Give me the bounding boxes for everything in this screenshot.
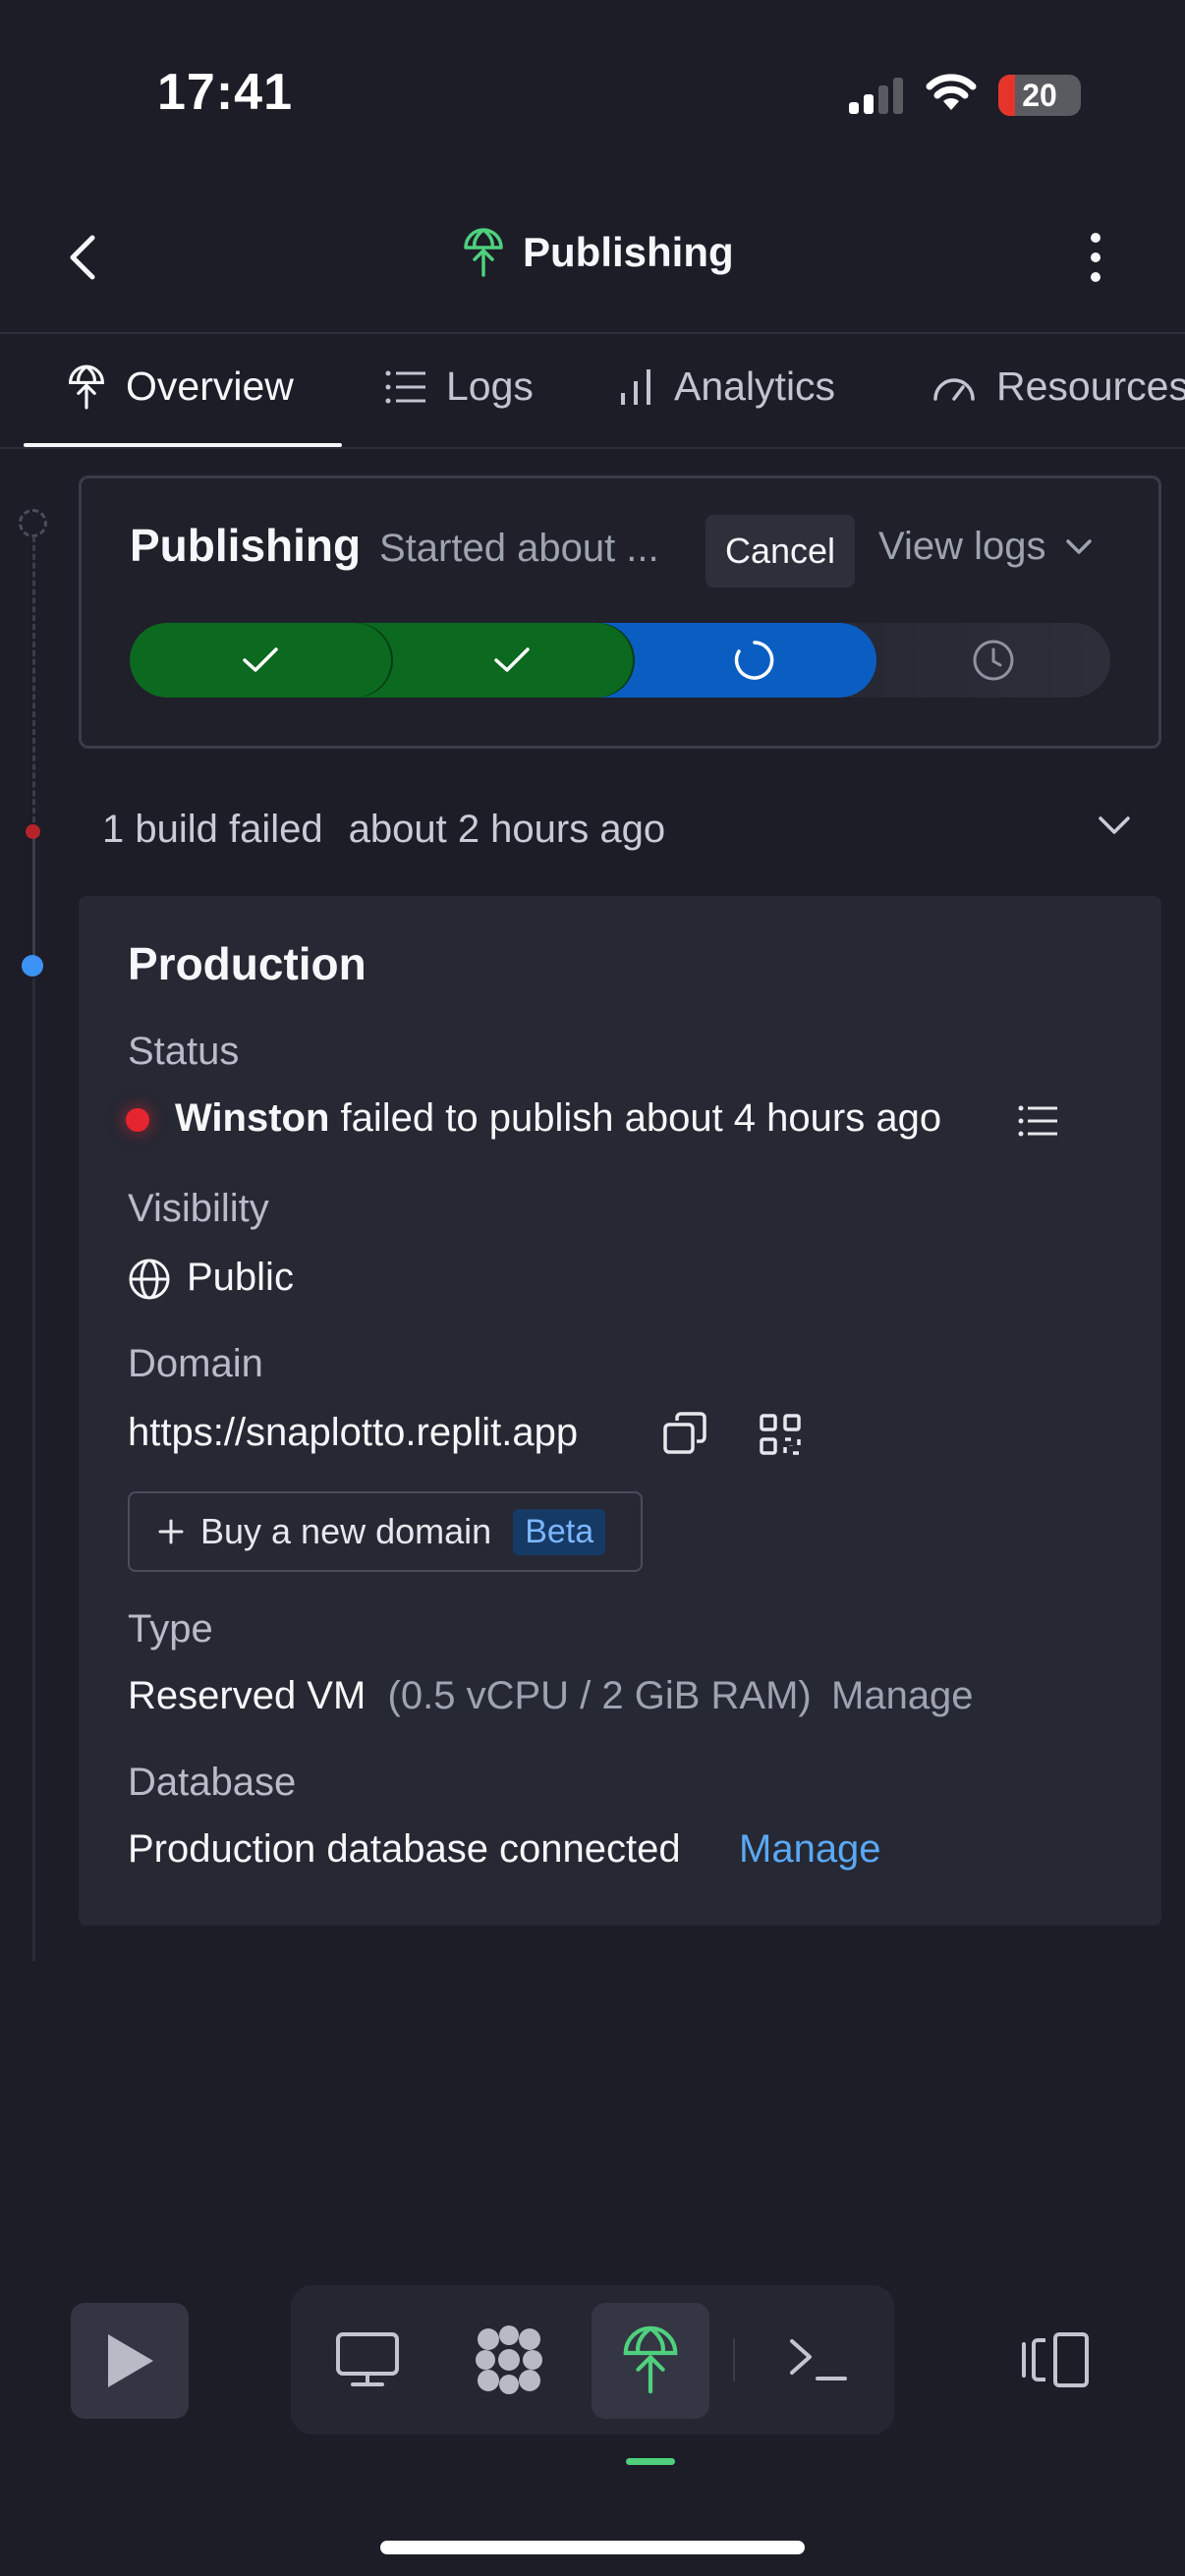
timeline-current-node (22, 955, 43, 977)
timeline-line (32, 831, 35, 965)
tab-logs[interactable]: Logs (385, 364, 534, 410)
build-failed-time: about 2 hours ago (348, 808, 666, 851)
battery-level: 20 (1022, 78, 1057, 113)
publish-icon (592, 2313, 709, 2407)
timeline-pending-node (19, 509, 47, 537)
list-icon[interactable] (1018, 1104, 1057, 1138)
timeline-dashed-line (32, 536, 35, 831)
toolbar-separator (733, 2338, 735, 2381)
visibility-label: Visibility (128, 1187, 269, 1230)
tab-label: Overview (126, 364, 294, 409)
tab-analytics[interactable]: Analytics (619, 364, 835, 410)
cellular-signal-icon (847, 77, 906, 116)
progress-step-build (130, 623, 391, 698)
webview-button[interactable] (309, 2313, 426, 2407)
copy-icon[interactable] (662, 1411, 707, 1456)
status-time: 17:41 (157, 64, 293, 121)
clock-icon (971, 638, 1016, 683)
tabs-divider (0, 447, 1185, 449)
check-icon (241, 645, 280, 675)
qr-code-icon[interactable] (759, 1413, 802, 1456)
list-icon (385, 369, 426, 405)
view-logs-label: View logs (878, 525, 1046, 568)
database-value: Production database connected (128, 1827, 681, 1871)
progress-step-pending (857, 623, 1110, 698)
status-message: failed to publish about 4 hours ago (340, 1096, 942, 1140)
manage-database-link[interactable]: Manage (739, 1827, 881, 1872)
run-button[interactable] (71, 2303, 189, 2419)
status-user: Winston (175, 1096, 330, 1140)
buy-domain-button[interactable]: Buy a new domain Beta (128, 1491, 643, 1572)
plus-icon (157, 1518, 185, 1545)
shell-button[interactable] (759, 2313, 876, 2407)
home-indicator[interactable] (380, 2541, 805, 2554)
build-failed-count: 1 build failed (102, 808, 323, 851)
status-text: Winston failed to publish about 4 hours … (175, 1096, 941, 1141)
build-failed-summary[interactable]: 1 build failed about 2 hours ago (102, 808, 665, 852)
gauge-icon (931, 371, 977, 403)
tab-resources[interactable]: Resources (931, 364, 1185, 410)
page-title: Publishing (462, 228, 734, 277)
active-tool-indicator (626, 2458, 675, 2465)
domain-label: Domain (128, 1342, 263, 1385)
production-title: Production (128, 938, 367, 989)
visibility-value: Public (187, 1256, 294, 1299)
globe-icon (128, 1258, 171, 1301)
play-icon (102, 2330, 157, 2391)
tab-label: Analytics (674, 364, 836, 409)
terminal-icon (786, 2335, 849, 2384)
publish-progress-bar (130, 623, 1110, 698)
bar-chart-icon (619, 367, 654, 407)
tab-bar: Overview Logs Analytics Resources (0, 334, 1185, 448)
status-error-indicator (126, 1108, 149, 1132)
publish-icon (67, 364, 106, 410)
split-panel-icon (1018, 2330, 1093, 2389)
monitor-icon (335, 2331, 400, 2388)
more-options-button[interactable] (1081, 228, 1110, 287)
back-button[interactable] (59, 228, 108, 287)
chevron-down-icon (1065, 538, 1093, 556)
chevron-left-icon (70, 235, 95, 280)
publishing-started-text: Started about ... (379, 527, 659, 570)
more-vertical-icon (1091, 233, 1100, 282)
timeline-failed-node (26, 824, 40, 839)
check-icon (492, 645, 532, 675)
cancel-button[interactable]: Cancel (705, 515, 855, 588)
status-label: Status (128, 1030, 240, 1073)
agent-icon (473, 2324, 545, 2396)
type-name: Reserved VM (128, 1674, 367, 1717)
database-label: Database (128, 1761, 297, 1804)
buy-domain-label: Buy a new domain (200, 1511, 492, 1551)
type-value: Reserved VM (0.5 vCPU / 2 GiB RAM) (128, 1674, 812, 1718)
tab-overview[interactable]: Overview (67, 364, 294, 410)
publish-icon (462, 228, 505, 277)
publishing-title: Publishing (130, 520, 362, 571)
chevron-down-icon[interactable] (1097, 813, 1132, 837)
spinner-icon (733, 639, 776, 682)
timeline-line (32, 979, 35, 1961)
manage-type-link[interactable]: Manage (831, 1674, 974, 1718)
domain-link[interactable]: https://snaplotto.replit.app (128, 1411, 578, 1455)
publishing-card (79, 476, 1161, 749)
beta-badge: Beta (513, 1508, 606, 1555)
type-specs: (0.5 vCPU / 2 GiB RAM) (387, 1674, 812, 1717)
panels-button[interactable] (996, 2313, 1114, 2407)
view-logs-dropdown[interactable]: View logs (878, 525, 1093, 569)
tab-label: Logs (446, 364, 534, 409)
tab-label: Resources (996, 364, 1185, 409)
agent-button[interactable] (450, 2313, 568, 2407)
wifi-icon (924, 71, 979, 114)
battery-indicator: 20 (998, 75, 1081, 116)
header-title-text: Publishing (523, 229, 734, 275)
type-label: Type (128, 1607, 213, 1651)
battery-tip (1075, 87, 1081, 103)
